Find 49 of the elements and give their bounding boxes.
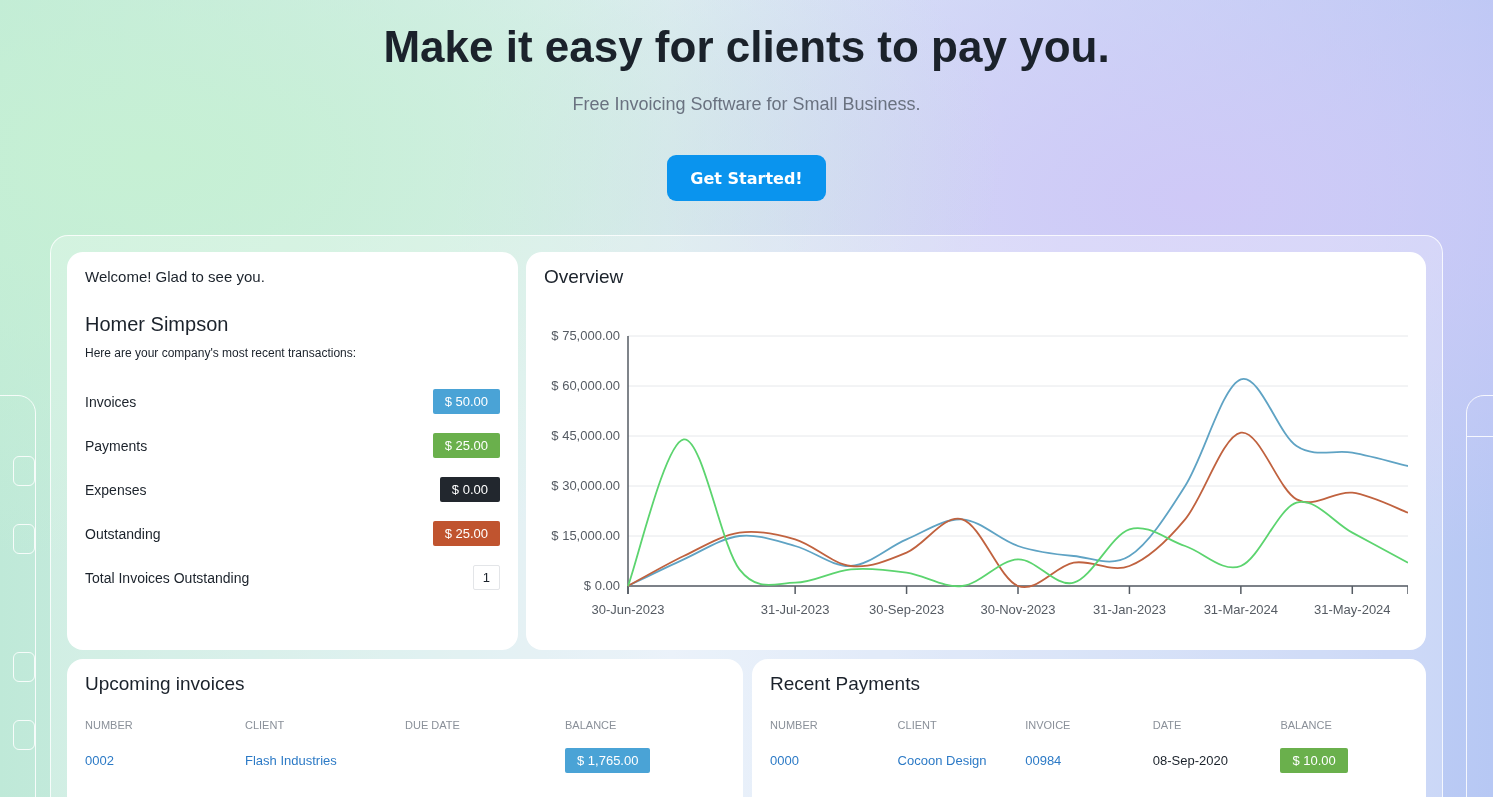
invoice-number-link[interactable]: 0002 [85, 753, 114, 768]
x-axis-label: 30-Nov-2023 [980, 602, 1056, 617]
client-link[interactable]: Cocoon Design [897, 753, 987, 768]
hero-title: Make it easy for clients to pay you. [383, 22, 1110, 72]
column-header: DUE DATE [405, 719, 461, 731]
y-axis-label: $ 75,000.00 [551, 328, 620, 343]
y-axis-label: $ 15,000.00 [551, 528, 620, 543]
x-axis-label: 31-Jan-2023 [1092, 602, 1166, 617]
payment-number-link[interactable]: 0000 [770, 753, 799, 768]
column-header: DATE [1152, 719, 1183, 731]
count-badge: 1 [472, 565, 500, 590]
column-header: CLIENT [245, 719, 286, 731]
summary-label: Total Invoices Outstanding [85, 569, 250, 586]
amount-badge: $ 50.00 [432, 389, 500, 414]
column-header: NUMBER [770, 719, 819, 731]
y-axis-label: $ 45,000.00 [551, 428, 620, 443]
invoice-link[interactable]: 00984 [1025, 753, 1062, 768]
amount-badge: $ 25.00 [432, 521, 500, 546]
x-axis-label: 31-May-2024 [1314, 602, 1391, 617]
hero-subtitle: Free Invoicing Software for Small Business. [572, 94, 921, 115]
client-link[interactable]: Flash Industries [245, 753, 337, 768]
intro-text: Here are your company's most recent transactions: [85, 346, 358, 360]
card-title: Recent Payments [770, 673, 921, 695]
x-axis-label: 31-Mar-2024 [1203, 602, 1279, 617]
greeting-text: Welcome! Glad to see you. [85, 268, 266, 285]
y-axis-label: $ 30,000.00 [551, 478, 620, 493]
x-axis-label: 30-Sep-2023 [869, 602, 945, 617]
card-title: Overview [544, 266, 625, 288]
summary-label: Outstanding [85, 525, 161, 542]
user-name: Homer Simpson [85, 313, 230, 336]
amount-badge: $ 25.00 [432, 433, 500, 458]
y-axis-label: $ 60,000.00 [551, 378, 620, 393]
table-cell: 08-Sep-2020 [1152, 753, 1228, 768]
y-axis-label: $ 0.00 [583, 578, 620, 593]
summary-label: Payments [85, 437, 148, 454]
balance-badge: $ 1,765.00 [565, 748, 651, 773]
column-header: BALANCE [1280, 719, 1333, 731]
column-header: INVOICE [1025, 719, 1072, 731]
x-axis-label: 31-Jul-2023 [760, 602, 830, 617]
column-header: NUMBER [85, 719, 134, 731]
get-started-button[interactable]: Get Started! [667, 155, 826, 201]
amount-badge: $ 0.00 [439, 477, 500, 502]
column-header: CLIENT [897, 719, 938, 731]
summary-label: Expenses [85, 481, 147, 498]
summary-label: Invoices [85, 393, 137, 410]
column-header: BALANCE [565, 719, 618, 731]
balance-badge: $ 10.00 [1280, 748, 1348, 773]
x-axis-label: 30-Jun-2023 [591, 602, 665, 617]
card-title: Upcoming invoices [85, 673, 246, 695]
